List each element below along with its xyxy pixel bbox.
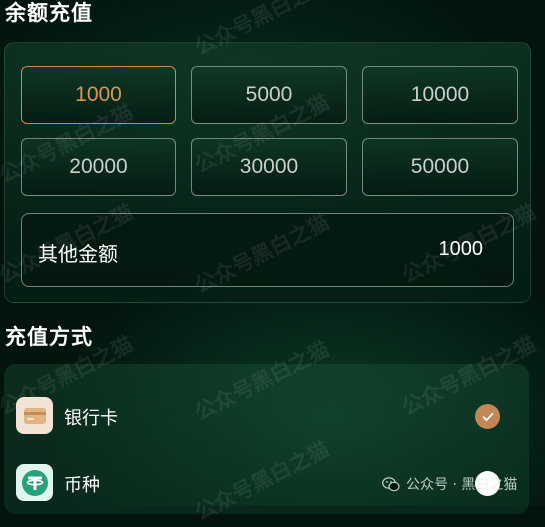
tether-coin-icon: [16, 464, 53, 501]
amount-option-10000[interactable]: 10000: [362, 66, 518, 124]
coin-label: 币种: [64, 475, 100, 496]
recharge-page: 余额充值 1000 5000 10000 20000 30000 50000 其…: [0, 0, 545, 525]
amount-option-30000[interactable]: 30000: [191, 138, 347, 196]
amount-options-grid: 1000 5000 10000 20000 30000 50000: [21, 66, 518, 196]
custom-amount-label: 其他金额: [38, 242, 118, 266]
payment-method-title: 充值方式: [5, 325, 93, 349]
custom-amount-field[interactable]: 其他金额 1000: [21, 213, 514, 287]
custom-amount-input[interactable]: 1000: [439, 238, 484, 261]
bank-card-label: 银行卡: [64, 408, 118, 429]
bank-card-icon: [16, 397, 53, 434]
payment-method-bank-card[interactable]: 银行卡: [16, 397, 506, 437]
amount-option-1000[interactable]: 1000: [21, 66, 176, 124]
coin-check-radio[interactable]: [475, 471, 500, 496]
bank-card-check-radio[interactable]: [475, 404, 500, 429]
check-icon: [482, 412, 493, 421]
amount-option-50000[interactable]: 50000: [362, 138, 518, 196]
amount-option-5000[interactable]: 5000: [191, 66, 347, 124]
amount-option-20000[interactable]: 20000: [21, 138, 176, 196]
recharge-section-title: 余额充值: [5, 1, 93, 25]
payment-method-coin[interactable]: 币种: [16, 464, 506, 504]
amount-card: 1000 5000 10000 20000 30000 50000 其他金额 1…: [4, 42, 531, 303]
